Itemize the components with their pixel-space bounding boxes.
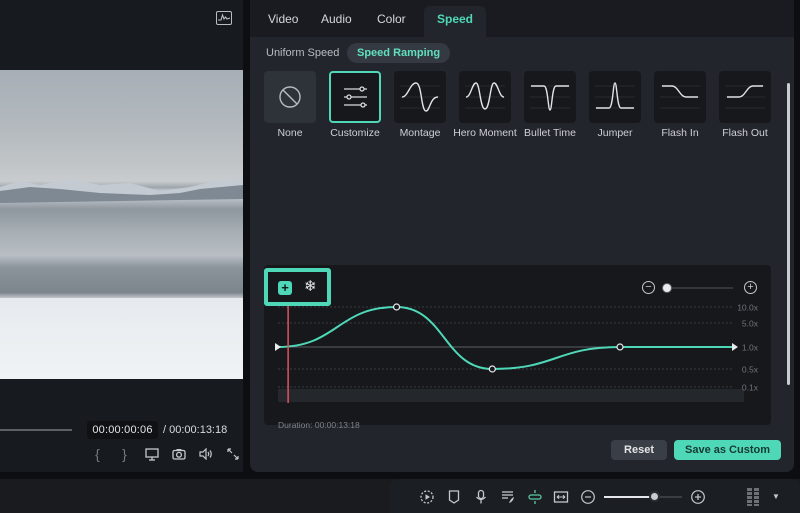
track-layout-icon[interactable] [746, 487, 760, 507]
preset-label: Flash Out [722, 127, 768, 139]
speed-axis-label: 0.1x [742, 383, 759, 393]
preset-label: Bullet Time [524, 127, 576, 139]
curve-end-marker [732, 343, 738, 351]
snap-link-icon[interactable] [527, 489, 543, 505]
montage-curve-icon [394, 71, 446, 123]
tab-audio[interactable]: Audio [308, 6, 365, 37]
timeline-zoom-out-icon[interactable] [580, 489, 596, 505]
graph-bottom-strip [278, 389, 744, 402]
timeline-zoom-in-icon[interactable] [690, 489, 706, 505]
preset-label: Montage [399, 127, 441, 139]
preset-customize[interactable]: Customize [329, 71, 381, 140]
keyframe-point[interactable] [616, 343, 624, 351]
properties-panel: Video Audio Color Speed Uniform Speed Sp… [250, 0, 794, 472]
tab-color[interactable]: Color [364, 6, 419, 37]
timeline-zoom-handle[interactable] [648, 491, 660, 502]
app-window: 00:00:00:06 / 00:00:13:18 { } Video Audi… [0, 0, 800, 513]
preset-flash-out[interactable]: Flash Out [719, 71, 771, 140]
display-settings-icon[interactable] [138, 445, 165, 463]
preset-label: Flash In [661, 127, 699, 139]
tab-video[interactable]: Video [255, 6, 311, 37]
video-frame[interactable] [0, 70, 243, 379]
none-icon [264, 71, 316, 123]
zoom-in-icon[interactable]: + [744, 281, 757, 294]
subtab-uniform-speed[interactable]: Uniform Speed [266, 43, 339, 63]
panel-scrollbar[interactable] [787, 83, 790, 385]
duration-label: Duration: 00:00:13:18 [278, 420, 360, 430]
speed-axis-label: 5.0x [742, 319, 759, 329]
speed-axis-label: 1.0x [742, 343, 759, 353]
preset-label: None [277, 127, 303, 139]
marker-icon[interactable] [446, 489, 462, 505]
save-as-custom-button[interactable]: Save as Custom [674, 440, 781, 460]
curve-start-marker [275, 343, 281, 351]
subtab-speed-ramping[interactable]: Speed Ramping [347, 43, 451, 63]
graph-zoom-handle[interactable] [662, 283, 672, 293]
freeze-frame-button[interactable]: ❄ [304, 278, 317, 296]
customize-sliders-icon [329, 71, 381, 123]
video-scopes-button[interactable] [216, 11, 232, 25]
snapshot-icon[interactable] [165, 445, 192, 463]
fit-timeline-icon[interactable] [553, 489, 569, 505]
preset-label: Jumper [597, 127, 633, 139]
preset-label: Customize [330, 127, 380, 139]
preset-hero-moment[interactable]: Hero Moment [453, 71, 517, 140]
keyframe-point[interactable] [488, 365, 496, 373]
graph-zoom-control: − + [642, 281, 758, 295]
volume-icon[interactable] [192, 445, 219, 463]
flash-in-curve-icon [654, 71, 706, 123]
preview-controls: { } [84, 445, 246, 463]
hero-moment-curve-icon [459, 71, 511, 123]
preset-bullet-time[interactable]: Bullet Time [524, 71, 576, 140]
speed-curve[interactable] [277, 305, 734, 371]
timeline-zoom-fill [604, 496, 655, 498]
preset-flash-in[interactable]: Flash In [654, 71, 706, 140]
zoom-out-icon[interactable]: − [642, 281, 655, 294]
mark-out-icon[interactable]: } [111, 445, 138, 463]
speed-axis-label: 10.0x [737, 303, 759, 313]
flash-out-curve-icon [719, 71, 771, 123]
preset-montage[interactable]: Montage [394, 71, 446, 140]
reset-button[interactable]: Reset [611, 440, 667, 460]
speed-axis-label: 0.5x [742, 365, 759, 375]
timeline-zoom-slider[interactable] [604, 496, 682, 498]
jumper-curve-icon [589, 71, 641, 123]
mark-in-icon[interactable]: { [84, 445, 111, 463]
video-preview-panel: 00:00:00:06 / 00:00:13:18 { } [0, 0, 243, 472]
keyframe-point[interactable] [392, 303, 401, 311]
voiceover-mic-icon[interactable] [473, 489, 489, 505]
total-timecode: / 00:00:13:18 [163, 424, 228, 436]
waveform-scope-icon [218, 13, 230, 21]
preview-scrub-bar[interactable] [0, 429, 72, 431]
graph-zoom-slider[interactable] [667, 287, 733, 289]
auto-lyrics-icon[interactable] [500, 489, 516, 505]
keyframe-tools: + ❄ [264, 268, 331, 306]
snow-foreground [0, 298, 243, 379]
preset-jumper[interactable]: Jumper [589, 71, 641, 140]
layout-dropdown-arrow-icon[interactable]: ▼ [768, 489, 784, 505]
mountain-scenery [0, 177, 243, 203]
preset-none[interactable]: None [264, 71, 316, 140]
timeline-toolbar: ▼ [0, 479, 800, 513]
preset-label: Hero Moment [453, 127, 517, 139]
fullscreen-icon[interactable] [219, 445, 246, 463]
current-timecode[interactable]: 00:00:00:06 [87, 421, 158, 439]
add-keyframe-button[interactable]: + [278, 281, 292, 295]
tab-speed[interactable]: Speed [424, 6, 487, 37]
speed-curve-editor: 10.0x 5.0x 1.0x 0.5x 0.1x + ❄ − + Duration: … [264, 265, 771, 430]
properties-tabs: Video Audio Color Speed [250, 0, 794, 37]
bullet-time-curve-icon [524, 71, 576, 123]
render-preview-icon[interactable] [419, 489, 435, 505]
